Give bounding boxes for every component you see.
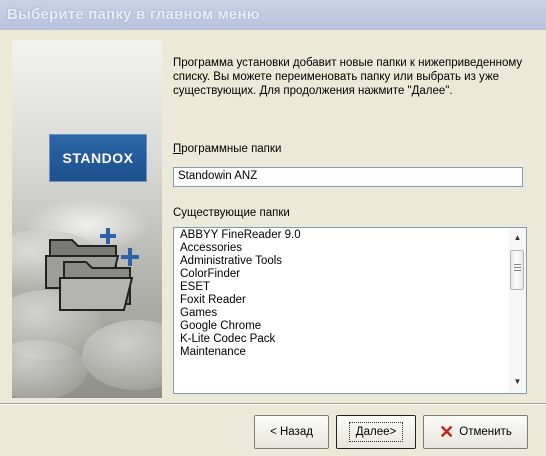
cancel-button[interactable]: ✕ Отменить xyxy=(423,415,528,449)
list-item[interactable]: Games xyxy=(180,307,510,320)
down-arrow-icon[interactable]: ▼ xyxy=(510,374,525,390)
back-button-label: < Назад xyxy=(270,426,313,438)
list-item[interactable]: ESET xyxy=(180,281,510,294)
scrollbar-thumb[interactable] xyxy=(510,250,524,290)
red-x-icon: ✕ xyxy=(439,422,455,442)
list-item[interactable]: Administrative Tools xyxy=(180,255,510,268)
program-folder-input[interactable]: Standowin ANZ xyxy=(173,167,523,187)
vertical-scrollbar[interactable]: ▲ ▼ xyxy=(509,228,526,393)
window-title: Выберите папку в главном меню xyxy=(7,6,260,23)
description-text: Программа установки добавит новые папки … xyxy=(173,57,523,97)
next-button[interactable]: Далее> xyxy=(336,415,416,449)
program-folders-label-rest: рограммные папки xyxy=(181,143,282,155)
list-item[interactable]: K-Lite Codec Pack xyxy=(180,333,510,346)
list-item[interactable]: ColorFinder xyxy=(180,268,510,281)
standox-logo: STANDOX xyxy=(49,134,147,182)
add-folders-icon xyxy=(45,228,139,311)
existing-folders-list[interactable]: ABBYY FineReader 9.0 Accessories Adminis… xyxy=(173,227,527,394)
logo-text: STANDOX xyxy=(62,150,134,166)
footer-divider xyxy=(0,403,546,405)
list-item[interactable]: Google Chrome xyxy=(180,320,510,333)
list-item[interactable]: ABBYY FineReader 9.0 xyxy=(180,229,510,242)
list-item[interactable]: Accessories xyxy=(180,242,510,255)
list-item[interactable]: Maintenance xyxy=(180,346,510,359)
up-arrow-icon[interactable]: ▲ xyxy=(510,230,525,246)
cancel-button-label: Отменить xyxy=(459,426,512,438)
folder-items: ABBYY FineReader 9.0 Accessories Adminis… xyxy=(180,229,510,359)
side-banner: STANDOX xyxy=(12,40,162,398)
program-folders-label: Программные папки xyxy=(173,143,281,155)
list-item[interactable]: Foxit Reader xyxy=(180,294,510,307)
existing-folders-label: Существующие папки xyxy=(173,207,290,219)
title-bar[interactable]: Выберите папку в главном меню xyxy=(0,0,546,30)
next-button-label: Далее> xyxy=(348,422,404,442)
back-button[interactable]: < Назад xyxy=(254,415,329,449)
